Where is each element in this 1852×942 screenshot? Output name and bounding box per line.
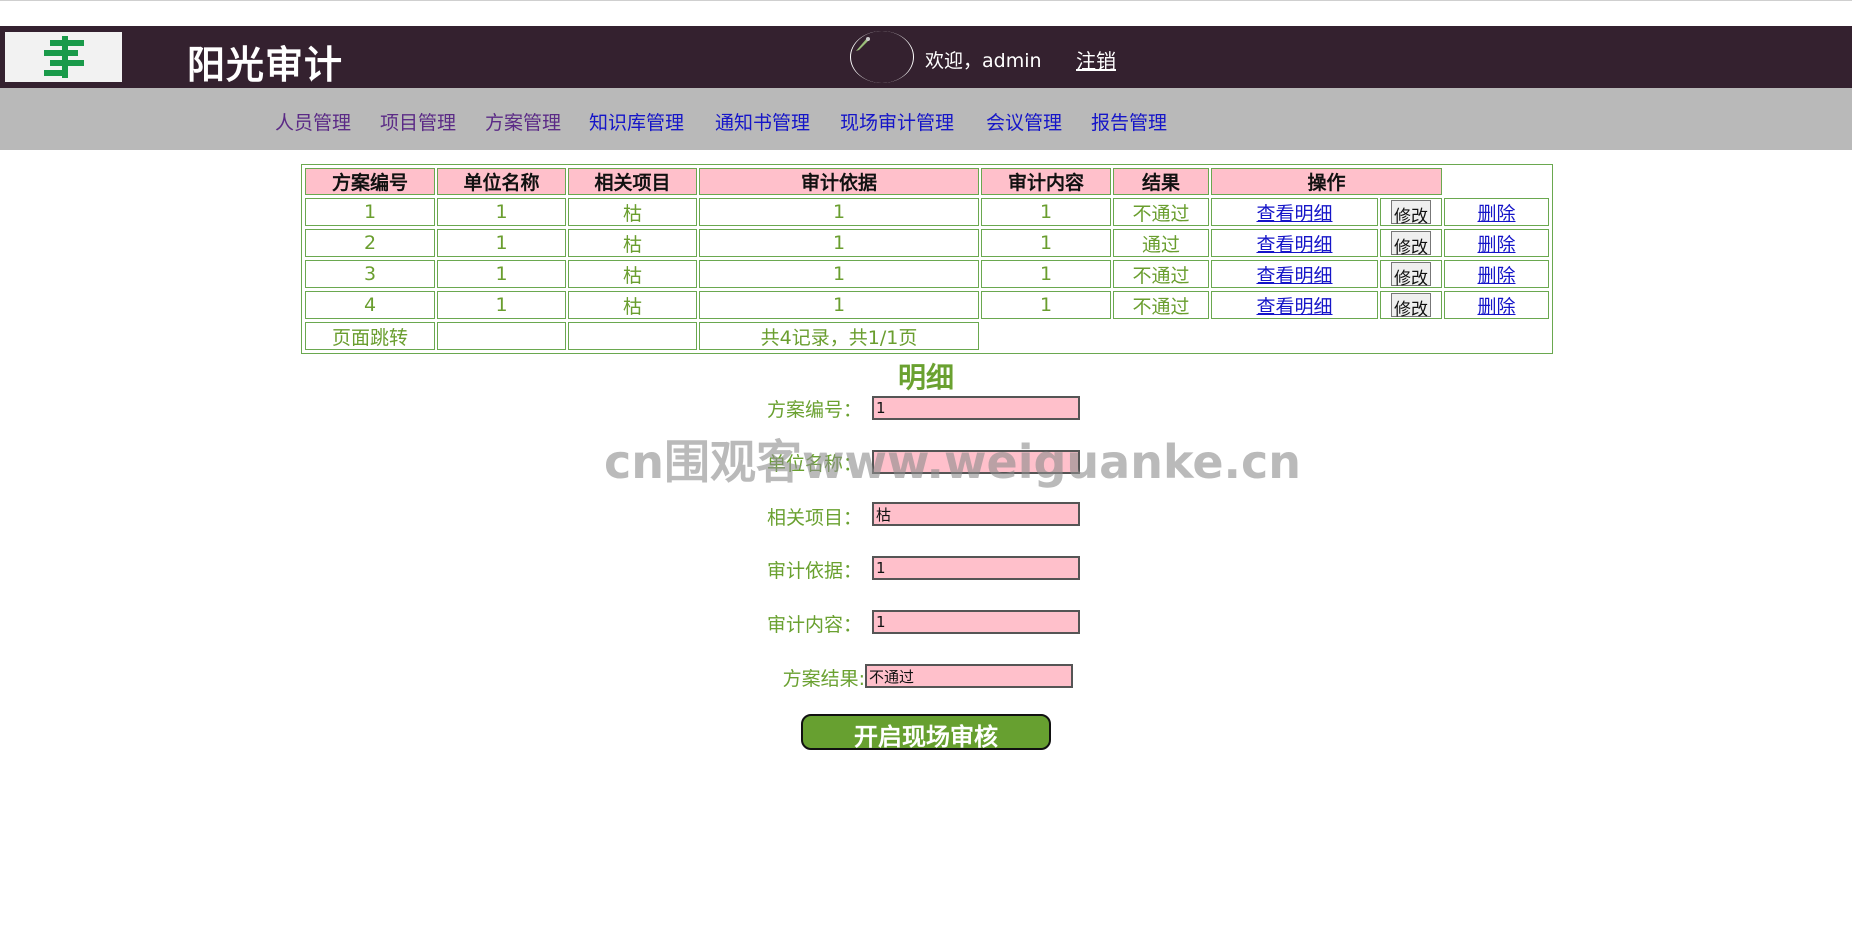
field-label-content: 审计内容： [766, 614, 862, 636]
table-cell-edit: 修改 [1380, 198, 1442, 227]
header-bar: 阳光审计 欢迎，admin 注销 [0, 26, 1852, 88]
table-cell-content: 1 [981, 198, 1111, 226]
delete-link[interactable]: 删除 [1477, 261, 1515, 288]
field-label-result: 方案结果: [782, 668, 865, 690]
edit-button[interactable]: 修改 [1391, 200, 1431, 227]
basis-field[interactable] [872, 556, 1080, 580]
table-footer-empty [568, 322, 697, 350]
table-cell-result: 通过 [1113, 229, 1209, 257]
table-cell-id: 1 [305, 198, 435, 226]
project-field[interactable] [872, 502, 1080, 526]
col-header-project: 相关项目 [568, 168, 697, 195]
table-cell-project: 枯 [568, 291, 697, 319]
view-detail-link[interactable]: 查看明细 [1256, 199, 1332, 226]
page-jump-label[interactable]: 页面跳转 [305, 322, 435, 350]
table-cell-delete: 删除 [1444, 229, 1549, 257]
field-label-unit-name: 单位名称： [766, 453, 862, 475]
table-cell-unit: 1 [437, 260, 566, 288]
start-onsite-review-button[interactable]: 开启现场审核 [801, 714, 1051, 751]
table-cell-basis: 1 [699, 260, 979, 288]
field-label-project: 相关项目： [766, 507, 862, 529]
col-header-content: 审计内容 [981, 168, 1111, 195]
content-field[interactable] [872, 610, 1080, 634]
view-detail-link[interactable]: 查看明细 [1256, 230, 1332, 257]
postal-logo-icon [43, 36, 84, 78]
table-cell-content: 1 [981, 229, 1111, 257]
table-cell-delete: 删除 [1444, 260, 1549, 288]
result-field[interactable] [865, 664, 1073, 688]
view-detail-link[interactable]: 查看明细 [1256, 261, 1332, 288]
nav-item-notices[interactable]: 通知书管理 [715, 108, 810, 135]
plans-table: 方案编号 单位名称 相关项目 审计依据 审计内容 结果 操作 1 1 枯 1 1… [301, 164, 1553, 354]
col-header-unit-name: 单位名称 [437, 168, 566, 195]
plan-id-field[interactable] [872, 396, 1080, 420]
col-header-actions: 操作 [1211, 168, 1442, 195]
table-cell-project: 枯 [568, 198, 697, 226]
view-detail-link[interactable]: 查看明细 [1256, 292, 1332, 319]
nav-item-knowledge[interactable]: 知识库管理 [589, 108, 684, 135]
table-footer-empty [437, 322, 566, 350]
table-cell-view: 查看明细 [1211, 229, 1378, 257]
col-header-result: 结果 [1113, 168, 1209, 195]
delete-link[interactable]: 删除 [1477, 230, 1515, 257]
table-cell-view: 查看明细 [1211, 260, 1378, 288]
delete-link[interactable]: 删除 [1477, 199, 1515, 226]
table-cell-project: 枯 [568, 260, 697, 288]
table-cell-view: 查看明细 [1211, 198, 1378, 226]
table-cell-basis: 1 [699, 229, 979, 257]
pagination-summary: 共4记录，共1/1页 [699, 322, 979, 350]
nav-item-projects[interactable]: 项目管理 [380, 108, 456, 135]
site-title: 阳光审计 [187, 43, 344, 87]
col-header-basis: 审计依据 [699, 168, 979, 195]
table-cell-content: 1 [981, 260, 1111, 288]
table-cell-delete: 删除 [1444, 291, 1549, 319]
unit-name-field[interactable] [872, 450, 1080, 474]
table-cell-edit: 修改 [1380, 260, 1442, 289]
nav-item-onsite-audit[interactable]: 现场审计管理 [840, 108, 954, 135]
welcome-text: 欢迎，admin [925, 50, 1042, 72]
table-cell-result: 不通过 [1113, 260, 1209, 288]
table-cell-edit: 修改 [1380, 291, 1442, 320]
table-cell-delete: 删除 [1444, 198, 1549, 226]
nav-bar: 人员管理 项目管理 方案管理 知识库管理 通知书管理 现场审计管理 会议管理 报… [0, 88, 1852, 150]
table-cell-view: 查看明细 [1211, 291, 1378, 319]
top-border [0, 0, 1852, 27]
table-cell-unit: 1 [437, 229, 566, 257]
edit-button[interactable]: 修改 [1391, 231, 1431, 258]
table-cell-basis: 1 [699, 291, 979, 319]
detail-title: 明细 [897, 361, 954, 394]
table-cell-project: 枯 [568, 229, 697, 257]
edit-button[interactable]: 修改 [1391, 262, 1431, 289]
field-label-plan-id: 方案编号： [766, 399, 862, 421]
col-header-plan-id: 方案编号 [305, 168, 435, 195]
avatar[interactable] [850, 31, 914, 83]
nav-item-reports[interactable]: 报告管理 [1091, 108, 1167, 135]
nav-item-plans[interactable]: 方案管理 [485, 108, 561, 135]
table-cell-content: 1 [981, 291, 1111, 319]
field-label-basis: 审计依据： [766, 560, 862, 582]
table-cell-id: 2 [305, 229, 435, 257]
nav-item-meetings[interactable]: 会议管理 [986, 108, 1062, 135]
table-cell-id: 4 [305, 291, 435, 319]
table-cell-result: 不通过 [1113, 198, 1209, 226]
edit-button[interactable]: 修改 [1391, 293, 1431, 320]
table-cell-unit: 1 [437, 198, 566, 226]
table-cell-unit: 1 [437, 291, 566, 319]
table-cell-edit: 修改 [1380, 229, 1442, 258]
table-cell-id: 3 [305, 260, 435, 288]
logo [5, 32, 122, 82]
broken-image-icon [856, 37, 870, 51]
nav-item-personnel[interactable]: 人员管理 [275, 108, 351, 135]
table-cell-basis: 1 [699, 198, 979, 226]
delete-link[interactable]: 删除 [1477, 292, 1515, 319]
logout-link[interactable]: 注销 [1076, 45, 1116, 74]
table-cell-result: 不通过 [1113, 291, 1209, 319]
